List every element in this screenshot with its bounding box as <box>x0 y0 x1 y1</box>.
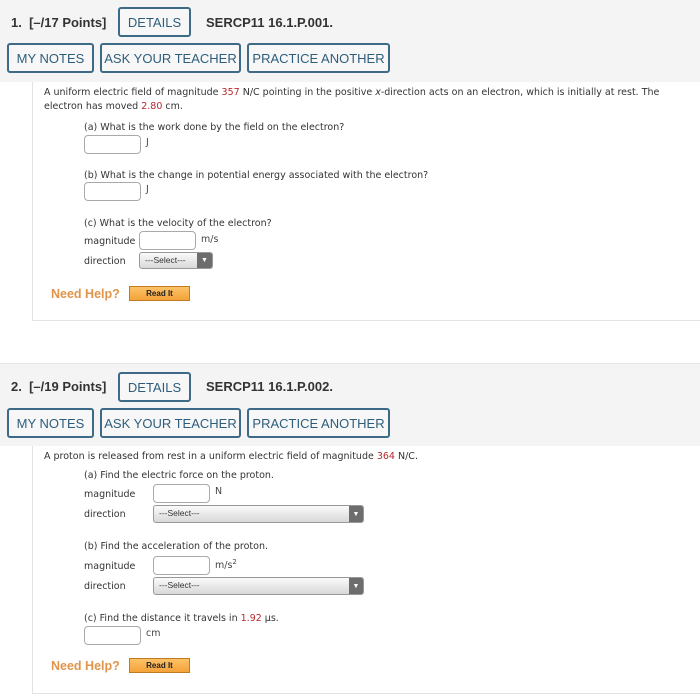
question-number: 1. <box>11 15 22 30</box>
question-code: SERCP11 16.1.P.002. <box>206 379 333 394</box>
chevron-down-icon: ▼ <box>349 578 363 594</box>
velocity-unit: m/s <box>201 234 219 245</box>
select-value: ---Select--- <box>159 508 200 518</box>
work-answer-input[interactable] <box>84 135 141 154</box>
part-a-question: (a) What is the work done by the field o… <box>84 122 345 133</box>
prompt-text: N/C pointing in the positive <box>239 87 376 98</box>
question-2-body: A proton is released from rest in a unif… <box>32 446 700 694</box>
direction-label: direction <box>84 256 126 267</box>
ask-your-teacher-button[interactable]: ASK YOUR TEACHER <box>100 43 241 73</box>
potential-energy-answer-input[interactable] <box>84 182 141 201</box>
question-prompt: A proton is released from rest in a unif… <box>44 451 418 462</box>
chevron-down-icon: ▼ <box>197 253 212 268</box>
force-direction-select[interactable]: ---Select--- ▼ <box>153 505 364 523</box>
question-1-body: A uniform electric field of magnitude 35… <box>32 82 700 321</box>
magnitude-label: magnitude <box>84 236 136 247</box>
points-label: [–/19 Points] <box>29 379 107 394</box>
acceleration-unit: m/s2 <box>215 558 237 571</box>
question-prompt: A uniform electric field of magnitude 35… <box>44 87 659 98</box>
unit-exponent: 2 <box>232 558 237 566</box>
question-1-header: 1. [–/17 Points] DETAILS SERCP11 16.1.P.… <box>0 0 700 82</box>
read-it-button[interactable]: Read It <box>129 658 190 673</box>
ask-your-teacher-button[interactable]: ASK YOUR TEACHER <box>100 408 241 438</box>
unit-base: m/s <box>215 560 233 572</box>
practice-another-button[interactable]: PRACTICE ANOTHER <box>247 408 390 438</box>
work-unit: J <box>146 137 149 148</box>
part-b-question: (b) What is the change in potential ener… <box>84 170 429 181</box>
question-1-title: 1. [–/17 Points] <box>11 15 106 30</box>
select-value: ---Select--- <box>159 580 200 590</box>
question-code: SERCP11 16.1.P.001. <box>206 15 333 30</box>
question-prompt-line2: electron has moved 2.80 cm. <box>44 101 183 112</box>
practice-another-button[interactable]: PRACTICE ANOTHER <box>247 43 390 73</box>
distance-answer-input[interactable] <box>84 626 141 645</box>
prompt-text: -direction acts on an electron, which is… <box>380 87 660 98</box>
prompt-text: A proton is released from rest in a unif… <box>44 451 377 462</box>
part-c-question: (c) What is the velocity of the electron… <box>84 218 272 229</box>
select-value: ---Select--- <box>145 255 186 265</box>
acceleration-direction-select[interactable]: ---Select--- ▼ <box>153 577 364 595</box>
potential-energy-unit: J <box>146 184 149 195</box>
details-button[interactable]: DETAILS <box>118 372 191 402</box>
prompt-text: N/C. <box>394 451 418 462</box>
chevron-down-icon: ▼ <box>349 506 363 522</box>
part-a-question: (a) Find the electric force on the proto… <box>84 470 274 481</box>
prompt-text: cm. <box>162 101 183 112</box>
part-b-question: (b) Find the acceleration of the proton. <box>84 541 269 552</box>
time-value: 1.92 <box>240 613 262 624</box>
distance-unit: cm <box>146 628 161 639</box>
part-c-question: (c) Find the distance it travels in 1.92… <box>84 613 279 624</box>
acceleration-magnitude-input[interactable] <box>153 556 210 575</box>
question-2-header: 2. [–/19 Points] DETAILS SERCP11 16.1.P.… <box>0 363 700 446</box>
question-2-title: 2. [–/19 Points] <box>11 379 106 394</box>
distance-value: 2.80 <box>141 101 163 112</box>
points-label: [–/17 Points] <box>29 15 107 30</box>
magnitude-label: magnitude <box>84 561 136 572</box>
prompt-text: electron has moved <box>44 101 142 112</box>
question-number: 2. <box>11 379 22 394</box>
question-text: μs. <box>261 613 279 624</box>
direction-label: direction <box>84 509 126 520</box>
need-help-label: Need Help? <box>51 287 120 301</box>
force-unit: N <box>215 486 223 497</box>
question-text: (c) Find the distance it travels in <box>84 613 241 624</box>
field-value: 357 <box>221 87 240 98</box>
my-notes-button[interactable]: MY NOTES <box>7 43 94 73</box>
prompt-text: A uniform electric field of magnitude <box>44 87 222 98</box>
velocity-magnitude-input[interactable] <box>139 231 196 250</box>
direction-label: direction <box>84 581 126 592</box>
read-it-button[interactable]: Read It <box>129 286 190 301</box>
velocity-direction-select[interactable]: ---Select--- ▼ <box>139 252 213 269</box>
force-magnitude-input[interactable] <box>153 484 210 503</box>
my-notes-button[interactable]: MY NOTES <box>7 408 94 438</box>
need-help-label: Need Help? <box>51 659 120 673</box>
details-button[interactable]: DETAILS <box>118 7 191 37</box>
field-value: 364 <box>376 451 395 462</box>
magnitude-label: magnitude <box>84 489 136 500</box>
